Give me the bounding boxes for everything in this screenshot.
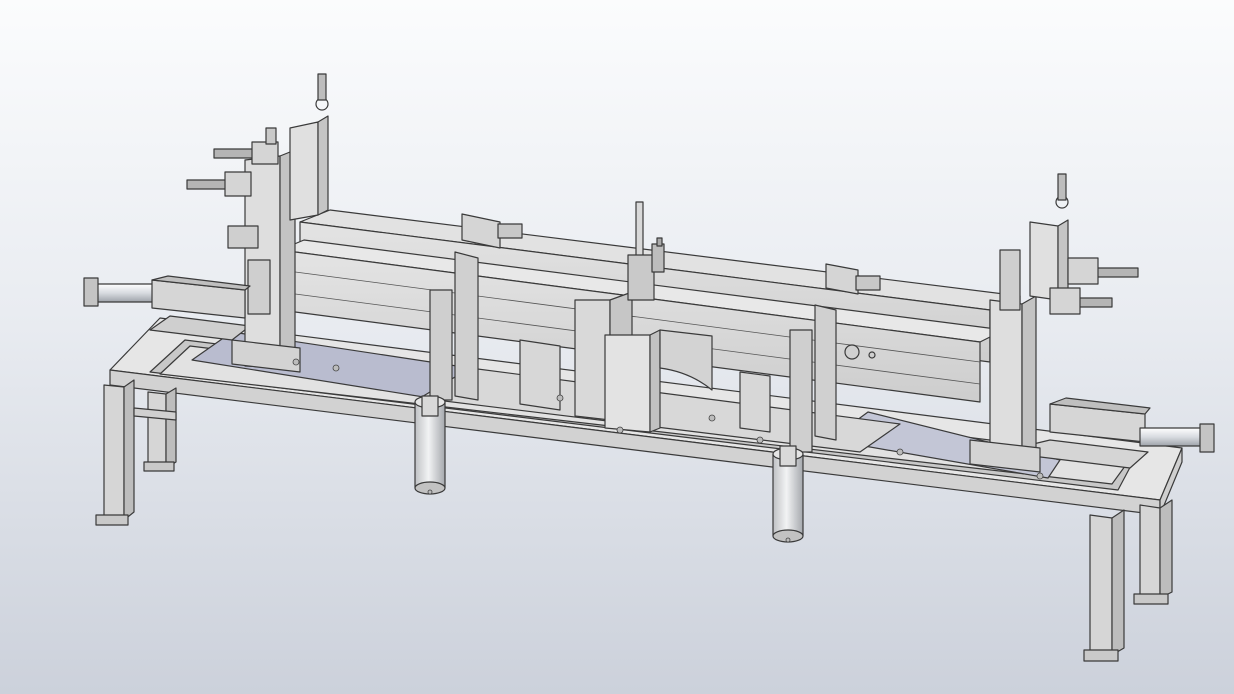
frame-leg-front-right <box>1083 509 1125 662</box>
right-spring-clamp-lower[interactable] <box>1049 287 1113 315</box>
horizontal-cylinder-left[interactable] <box>83 275 251 319</box>
left-spring-clamp-lower[interactable] <box>186 171 252 197</box>
left-spring-clamp-upper[interactable] <box>213 127 279 165</box>
frame-leg-back-right <box>1133 499 1173 605</box>
cad-3d-viewport[interactable] <box>0 0 1234 694</box>
frame-leg-front-left <box>95 379 135 526</box>
welding-fixture-3d-model[interactable] <box>0 0 1234 694</box>
right-spring-clamp-upper[interactable] <box>1067 257 1139 285</box>
frame-leg-back-left <box>143 387 177 472</box>
